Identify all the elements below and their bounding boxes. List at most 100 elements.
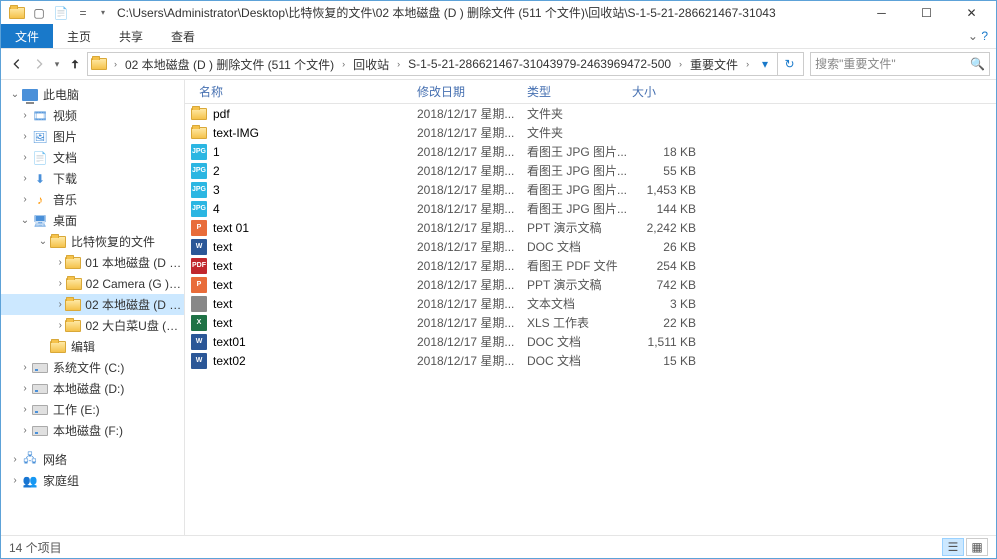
search-icon[interactable]: 🔍 (970, 57, 985, 71)
file-row[interactable]: Xtext2018/12/17 星期...XLS 工作表22 KB (185, 313, 996, 332)
search-box[interactable]: 🔍 (810, 52, 990, 76)
folder-icon (49, 339, 67, 355)
tree-network[interactable]: ›🖧网络 (1, 449, 184, 470)
file-row[interactable]: Ptext 012018/12/17 星期...PPT 演示文稿2,242 KB (185, 218, 996, 237)
file-row[interactable]: Ptext2018/12/17 星期...PPT 演示文稿742 KB (185, 275, 996, 294)
breadcrumb[interactable]: › 02 本地磁盘 (D ) 删除文件 (511 个文件) › 回收站 › S-… (87, 52, 804, 76)
file-type: 文件夹 (527, 124, 632, 141)
undo-icon[interactable]: = (73, 3, 93, 23)
tree-drive-c[interactable]: ›系统文件 (C:) (1, 357, 184, 378)
tree-downloads[interactable]: ›⬇下载 (1, 168, 184, 189)
folder-icon (66, 276, 82, 292)
file-name: text (213, 297, 232, 311)
forward-button[interactable] (29, 52, 49, 76)
chevron-right-icon[interactable]: › (110, 59, 121, 69)
file-row[interactable]: JPG22018/12/17 星期...看图王 JPG 图片...55 KB (185, 161, 996, 180)
ribbon-expand-icon[interactable]: ⌄ ? (968, 29, 996, 43)
ribbon-tab-share[interactable]: 共享 (105, 24, 157, 48)
minimize-button[interactable]: ─ (859, 2, 904, 24)
refresh-icon[interactable]: ↻ (777, 53, 801, 75)
file-type: 看图王 JPG 图片... (527, 143, 632, 160)
file-row[interactable]: Wtext2018/12/17 星期...DOC 文档26 KB (185, 237, 996, 256)
tree-item[interactable]: ›02 Camera (G ) 删除 (1, 273, 184, 294)
file-row[interactable]: PDFtext2018/12/17 星期...看图王 PDF 文件254 KB (185, 256, 996, 275)
file-name: text 01 (213, 221, 249, 235)
file-modified: 2018/12/17 星期... (417, 200, 527, 217)
file-type: 看图王 JPG 图片... (527, 162, 632, 179)
tree-edit[interactable]: 编辑 (1, 336, 184, 357)
tree-pictures[interactable]: ›🖼图片 (1, 126, 184, 147)
maximize-button[interactable]: ☐ (904, 2, 949, 24)
dropdown-icon[interactable]: ▾ (753, 53, 777, 75)
tree-item[interactable]: ›01 本地磁盘 (D ) 删除 (1, 252, 184, 273)
file-row[interactable]: Wtext022018/12/17 星期...DOC 文档15 KB (185, 351, 996, 370)
tree-this-pc[interactable]: ⌄此电脑 (1, 84, 184, 105)
column-modified[interactable]: 修改日期 (417, 83, 527, 100)
doc-icon: W (191, 353, 207, 369)
sidebar[interactable]: ⌄此电脑 ›🎞视频 ›🖼图片 ›📄文档 ›⬇下载 ›♪音乐 ⌄🖥桌面 ⌄比特恢复… (1, 80, 185, 535)
tree-item-selected[interactable]: ›02 本地磁盘 (D ) 删除 (1, 294, 184, 315)
file-row[interactable]: pdf2018/12/17 星期...文件夹 (185, 104, 996, 123)
ribbon-tab-view[interactable]: 查看 (157, 24, 209, 48)
file-row[interactable]: text-IMG2018/12/17 星期...文件夹 (185, 123, 996, 142)
download-icon: ⬇ (31, 171, 49, 187)
folder-icon (65, 297, 81, 313)
search-input[interactable] (815, 57, 970, 71)
properties-icon[interactable]: ▢ (29, 3, 49, 23)
chevron-right-icon[interactable]: › (393, 59, 404, 69)
ribbon-tab-file[interactable]: 文件 (1, 24, 53, 48)
column-name[interactable]: 名称 (185, 83, 417, 100)
details-view-button[interactable]: ☰ (942, 538, 964, 556)
file-modified: 2018/12/17 星期... (417, 143, 527, 160)
tree-music[interactable]: ›♪音乐 (1, 189, 184, 210)
tree-drive-f[interactable]: ›本地磁盘 (F:) (1, 420, 184, 441)
chevron-right-icon[interactable]: › (742, 59, 753, 69)
column-size[interactable]: 大小 (632, 83, 702, 100)
column-headers: 名称 修改日期 类型 大小 (185, 80, 996, 104)
chevron-right-icon[interactable]: › (338, 59, 349, 69)
tree-desktop[interactable]: ⌄🖥桌面 (1, 210, 184, 231)
file-name: pdf (213, 107, 230, 121)
file-modified: 2018/12/17 星期... (417, 276, 527, 293)
file-row[interactable]: Wtext012018/12/17 星期...DOC 文档1,511 KB (185, 332, 996, 351)
up-button[interactable] (65, 52, 85, 76)
column-type[interactable]: 类型 (527, 83, 632, 100)
chevron-right-icon[interactable]: › (675, 59, 686, 69)
back-button[interactable] (7, 52, 27, 76)
file-row[interactable]: JPG12018/12/17 星期...看图王 JPG 图片...18 KB (185, 142, 996, 161)
tree-item[interactable]: ›02 大白菜U盘 (G ) 重 (1, 315, 184, 336)
icons-view-button[interactable]: ▦ (966, 538, 988, 556)
desktop-icon: 🖥 (31, 213, 49, 229)
close-button[interactable]: ✕ (949, 2, 994, 24)
file-name: text-IMG (213, 126, 259, 140)
breadcrumb-item[interactable]: S-1-5-21-286621467-31043979-2463969472-5… (404, 57, 675, 71)
tree-recovered[interactable]: ⌄比特恢复的文件 (1, 231, 184, 252)
doc-icon: W (191, 239, 207, 255)
tree-drive-d[interactable]: ›本地磁盘 (D:) (1, 378, 184, 399)
file-type: 文本文档 (527, 295, 632, 312)
tree-documents[interactable]: ›📄文档 (1, 147, 184, 168)
quick-access-toolbar: ▢ 📄 = ▾ (3, 3, 111, 23)
file-name: text (213, 278, 232, 292)
file-list[interactable]: pdf2018/12/17 星期...文件夹text-IMG2018/12/17… (185, 104, 996, 535)
recent-dropdown[interactable]: ▾ (51, 52, 63, 76)
file-modified: 2018/12/17 星期... (417, 181, 527, 198)
new-folder-icon[interactable]: 📄 (51, 3, 71, 23)
folder-icon (191, 106, 207, 122)
file-size: 254 KB (632, 259, 704, 273)
file-modified: 2018/12/17 星期... (417, 333, 527, 350)
file-row[interactable]: text2018/12/17 星期...文本文档3 KB (185, 294, 996, 313)
jpg-icon: JPG (191, 201, 207, 217)
breadcrumb-item[interactable]: 回收站 (349, 56, 393, 73)
ribbon-tab-home[interactable]: 主页 (53, 24, 105, 48)
view-switcher: ☰ ▦ (942, 538, 988, 556)
qat-dropdown[interactable]: ▾ (95, 8, 111, 17)
tree-homegroup[interactable]: ›👥家庭组 (1, 470, 184, 491)
file-name: 3 (213, 183, 220, 197)
tree-drive-e[interactable]: ›工作 (E:) (1, 399, 184, 420)
file-row[interactable]: JPG32018/12/17 星期...看图王 JPG 图片...1,453 K… (185, 180, 996, 199)
tree-videos[interactable]: ›🎞视频 (1, 105, 184, 126)
breadcrumb-item[interactable]: 02 本地磁盘 (D ) 删除文件 (511 个文件) (121, 56, 338, 73)
file-row[interactable]: JPG42018/12/17 星期...看图王 JPG 图片...144 KB (185, 199, 996, 218)
breadcrumb-item[interactable]: 重要文件 (686, 56, 742, 73)
